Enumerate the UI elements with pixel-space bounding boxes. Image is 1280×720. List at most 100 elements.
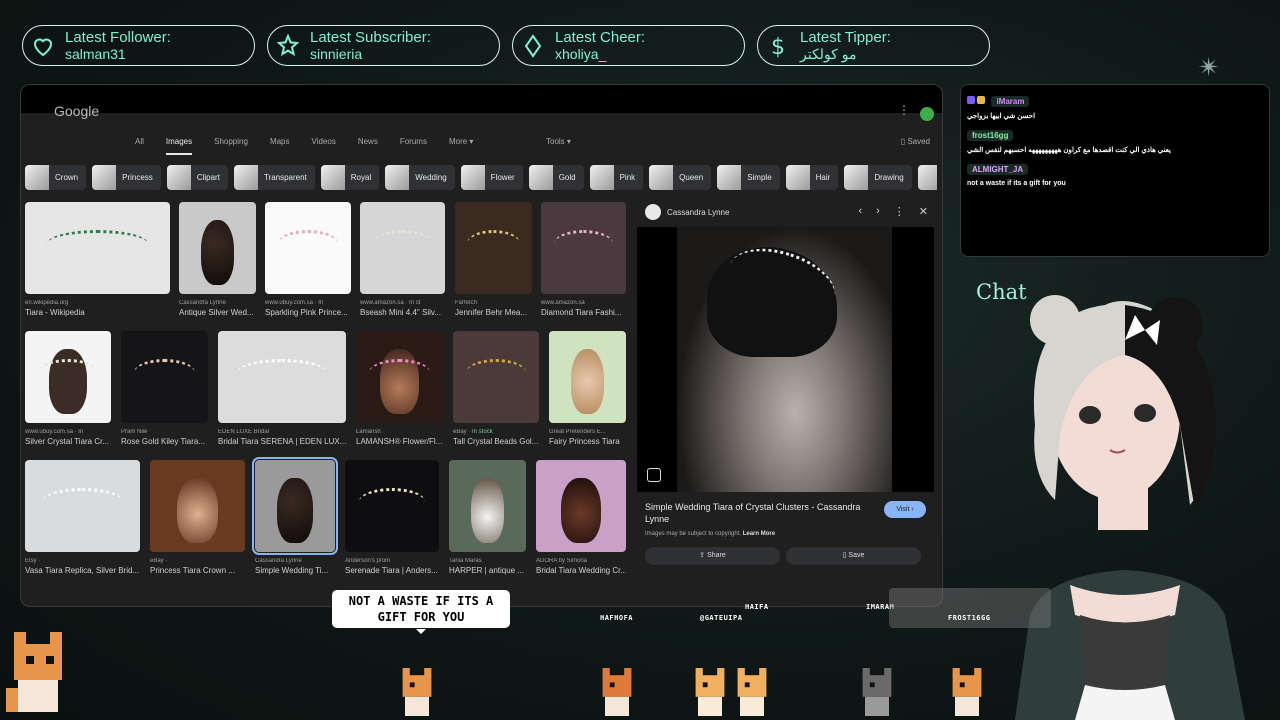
chip-gold[interactable]: Gold — [528, 165, 584, 190]
result-title[interactable]: Diamond Tiara Fashi... — [541, 308, 626, 317]
chip-simple[interactable]: Simple — [717, 165, 780, 190]
result-title[interactable]: Bridal Tiara Wedding Cr... — [536, 566, 626, 575]
result-title[interactable]: Simple Wedding Ti... — [255, 566, 335, 575]
avatar[interactable] — [920, 107, 934, 121]
model-graphic — [561, 478, 601, 543]
image-result[interactable]: Great Pretenders E... Fairy Princess Tia… — [549, 331, 626, 446]
tab-all[interactable]: All — [135, 137, 144, 155]
results-row: www.ubuy.com.sa · In Silver Crystal Tiar… — [25, 331, 627, 460]
chip-label: Clipart — [196, 173, 220, 182]
results-row: en.wikipedia.org Tiara - Wikipedia Cassa… — [25, 202, 627, 331]
chip-princess[interactable]: Princess — [92, 165, 161, 190]
lens-search-icon[interactable] — [647, 468, 661, 482]
image-result[interactable]: Tania Maras HARPER | antique ... — [449, 460, 526, 575]
result-title[interactable]: Serenade Tiara | Anders... — [345, 566, 439, 575]
save-button[interactable]: ▯ Save — [786, 547, 921, 565]
image-result[interactable]: www.ubuy.com.sa · In Sparkling Pink Prin… — [265, 202, 351, 317]
result-title[interactable]: Bridal Tiara SERENA | EDEN LUX... — [218, 437, 346, 446]
saved-label: Saved — [907, 137, 930, 146]
tiara-graphic — [372, 229, 433, 258]
pixel-cat-icon — [6, 632, 62, 712]
result-title[interactable]: Tiara - Wikipedia — [25, 308, 170, 317]
dollar-icon: $ — [771, 35, 785, 58]
heart-icon — [33, 38, 53, 56]
tools-button[interactable]: Tools ▾ — [546, 137, 571, 146]
image-result[interactable]: ADORA by Simona Bridal Tiara Wedding Cr.… — [536, 460, 626, 575]
result-thumbnail — [536, 460, 626, 552]
flower-crown-graphic — [369, 358, 430, 387]
image-result[interactable]: Farfetch Jennifer Behr Mea... — [455, 202, 532, 317]
chip-flower[interactable]: Flower — [460, 165, 523, 190]
google-logo[interactable]: Google — [54, 103, 99, 119]
image-result[interactable]: Anderson's prom Serenade Tiara | Anders.… — [345, 460, 439, 575]
chip-pink[interactable]: Pink — [589, 165, 644, 190]
result-title[interactable]: Bseash Mini 4.4" Silv... — [360, 308, 445, 317]
latest-cheer-alert: Latest Cheer: xholiya_ — [512, 25, 745, 66]
result-title[interactable]: Rose Gold Kiley Tiara... — [121, 437, 208, 446]
chip-hair[interactable]: Hair — [785, 165, 839, 190]
result-title[interactable]: Antique Silver Wed... — [179, 308, 256, 317]
pixel-cat-icon — [862, 668, 892, 716]
result-title[interactable]: Tall Crystal Beads Gol... — [453, 437, 539, 446]
chip-clipart[interactable]: Clipart — [166, 165, 228, 190]
image-result[interactable]: www.ubuy.com.sa · In Silver Crystal Tiar… — [25, 331, 111, 446]
vip-badge-icon — [977, 95, 985, 104]
chip-thumbnail — [589, 165, 614, 190]
chip-drawing[interactable]: Drawing — [844, 165, 912, 190]
result-title[interactable]: LAMANSH® Flower/Fl... — [356, 437, 443, 446]
tab-shopping[interactable]: Shopping — [214, 137, 248, 155]
preview-title[interactable]: Simple Wedding Tiara of Crystal Clusters… — [645, 501, 870, 525]
image-result[interactable]: Etsy · Vasa Tiara Replica, Silver Brid..… — [25, 460, 140, 575]
preview-source[interactable]: Cassandra Lynne — [667, 208, 729, 217]
results-row: Etsy · Vasa Tiara Replica, Silver Brid..… — [25, 457, 627, 589]
result-title[interactable]: Silver Crystal Tiara Cr... — [25, 437, 111, 446]
image-result[interactable]: Cassandra Lynne Antique Silver Wed... — [179, 202, 256, 317]
chat-username[interactable]: iMaram — [991, 96, 1030, 107]
tab-more[interactable]: More ▾ — [449, 137, 473, 155]
tab-images[interactable]: Images — [165, 137, 193, 155]
chip-crown[interactable]: Crown — [25, 165, 87, 190]
chip-royal[interactable]: Royal — [320, 165, 380, 190]
image-result-selected[interactable]: Cassandra Lynne Simple Wedding Ti... — [252, 457, 338, 575]
tab-maps[interactable]: Maps — [270, 137, 290, 155]
image-result[interactable]: eBay · In stock Tall Crystal Beads Gol..… — [453, 331, 539, 446]
image-result[interactable]: www.amazon.sa Diamond Tiara Fashi... — [541, 202, 626, 317]
chat-username[interactable]: ALMIGHT_JA — [967, 164, 1029, 175]
preview-image[interactable] — [637, 227, 934, 492]
chip-transparent[interactable]: Transparent — [233, 165, 315, 190]
share-button[interactable]: ⇪ Share — [645, 547, 780, 565]
apps-menu-icon[interactable]: ⋮ — [898, 103, 910, 117]
next-icon[interactable]: › — [876, 205, 880, 218]
result-title[interactable]: HARPER | antique ... — [449, 566, 526, 575]
chip-si[interactable]: Si — [917, 165, 937, 190]
image-result[interactable]: Lamansh LAMANSH® Flower/Fl... — [356, 331, 443, 446]
result-source: eBay · — [150, 558, 168, 564]
visit-button[interactable]: Visit › — [884, 501, 926, 518]
more-options-icon[interactable]: ⋮ — [894, 205, 905, 218]
result-title[interactable]: Vasa Tiara Replica, Silver Brid... — [25, 566, 140, 575]
result-title[interactable]: Jennifer Behr Mea... — [455, 308, 532, 317]
result-thumbnail — [360, 202, 445, 294]
chip-queen[interactable]: Queen — [649, 165, 712, 190]
result-title[interactable]: Sparkling Pink Prince... — [265, 308, 351, 317]
result-title[interactable]: Fairy Princess Tiara — [549, 437, 626, 446]
image-result[interactable]: eBay · Princess Tiara Crown ... — [150, 460, 245, 575]
prev-icon[interactable]: ‹ — [858, 205, 862, 218]
tab-videos[interactable]: Videos — [312, 137, 336, 155]
chat-username[interactable]: frost16gg — [967, 130, 1014, 141]
learn-more-link[interactable]: Learn More — [743, 531, 775, 537]
result-thumbnail — [455, 202, 532, 294]
alert-label: Latest Subscriber: — [310, 28, 431, 46]
tab-forums[interactable]: Forums — [400, 137, 427, 155]
result-title[interactable]: Princess Tiara Crown ... — [150, 566, 245, 575]
image-result[interactable]: www.amazon.sa · In st Bseash Mini 4.4" S… — [360, 202, 445, 317]
image-result[interactable]: EDEN LUXE Bridal Bridal Tiara SERENA | E… — [218, 331, 346, 446]
vtuber-avatar — [1015, 295, 1245, 720]
image-result[interactable]: Pram Nile Rose Gold Kiley Tiara... — [121, 331, 208, 446]
chip-wedding[interactable]: Wedding — [385, 165, 455, 190]
close-icon[interactable]: ✕ — [919, 205, 928, 218]
saved-button[interactable]: ▯ Saved — [901, 137, 930, 146]
image-result[interactable]: en.wikipedia.org Tiara - Wikipedia — [25, 202, 170, 317]
pixel-cat-icon — [602, 668, 632, 716]
tab-news[interactable]: News — [358, 137, 378, 155]
